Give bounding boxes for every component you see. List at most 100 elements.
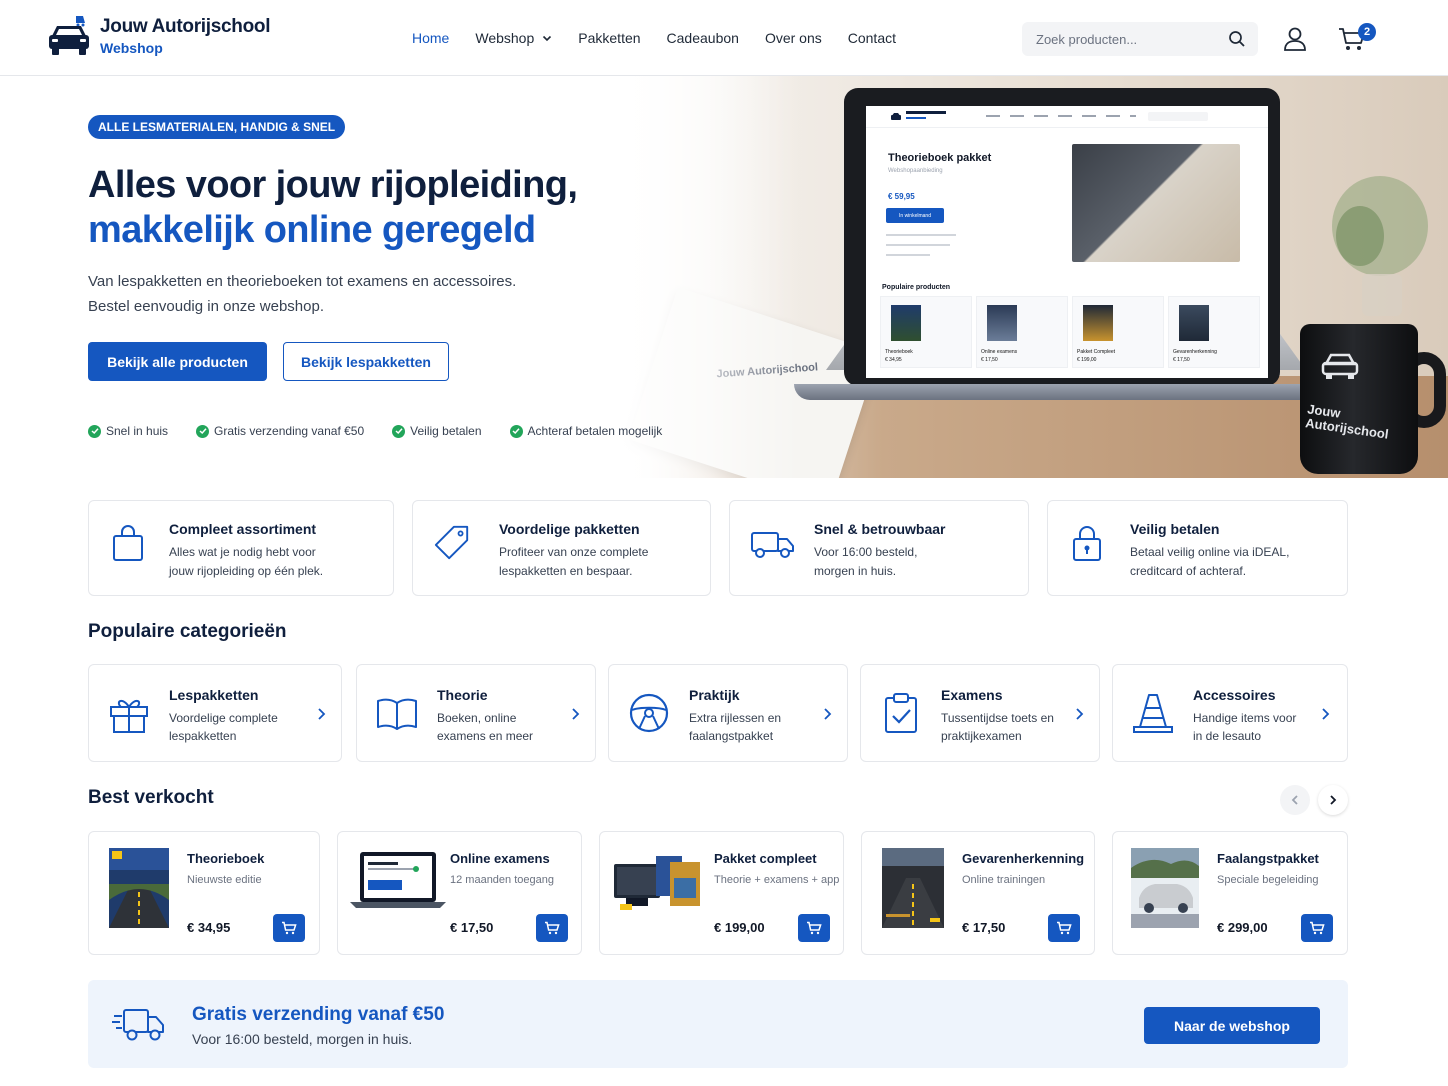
nav-home[interactable]: Home — [412, 30, 449, 46]
laptop-card-price: € 34,95 — [885, 357, 902, 363]
category-card-praktijk[interactable]: Praktijk Extra rijlessen en faalangstpakk… — [608, 664, 848, 762]
category-title: Theorie — [437, 687, 488, 703]
product-card-faalangstpakket[interactable]: Faalangstpakket Speciale begeleiding € 2… — [1112, 831, 1348, 955]
feature-card-assortiment: Compleet assortiment Alles wat je nodig … — [88, 500, 394, 596]
go-to-webshop-button[interactable]: Naar de webshop — [1144, 1007, 1320, 1044]
feature-description: Voor 16:00 besteld, morgen in huis. — [814, 543, 917, 581]
laptop-card-price: € 199,00 — [1077, 357, 1097, 363]
nav-contact[interactable]: Contact — [848, 30, 896, 46]
category-title: Examens — [941, 687, 1003, 703]
laptop-exam-image — [350, 852, 446, 908]
search-input[interactable] — [1036, 31, 1228, 47]
add-to-cart-button[interactable] — [1301, 914, 1333, 942]
category-card-examens[interactable]: Examens Tussentijdse toets en praktijkexa… — [860, 664, 1100, 762]
hero-title-line-1: Alles voor jouw rijopleiding, — [88, 164, 578, 206]
usp-item: Achteraf betalen mogelijk — [509, 424, 663, 438]
search-bar — [1022, 22, 1258, 56]
delivery-truck-icon — [112, 1009, 164, 1041]
mug-car-icon — [1321, 353, 1359, 379]
view-all-products-button[interactable]: Bekijk alle producten — [88, 342, 267, 381]
product-name: Gevarenherkenning — [962, 851, 1085, 866]
free-shipping-banner: Gratis verzending vanaf €50 Voor 16:00 b… — [88, 980, 1348, 1068]
laptop-card-price: € 17,50 — [981, 357, 998, 363]
truck-icon — [751, 532, 794, 558]
category-title: Accessoires — [1193, 687, 1276, 703]
feature-card-betalen: Veilig betalen Betaal veilig online via … — [1047, 500, 1348, 596]
category-desc-line: Handige items voor — [1193, 711, 1297, 725]
usp-item: Veilig betalen — [392, 424, 482, 438]
add-to-cart-button[interactable] — [798, 914, 830, 942]
traffic-cone-icon — [1133, 694, 1173, 733]
category-card-lespakketten[interactable]: Lespakketten Voordelige complete lespakke… — [88, 664, 342, 762]
feature-desc-line: jouw rijopleiding op één plek. — [169, 564, 324, 578]
add-to-cart-button[interactable] — [273, 914, 305, 942]
laptop-product-image — [1072, 144, 1240, 262]
add-to-cart-button[interactable] — [536, 914, 568, 942]
usp-item: Gratis verzending vanaf €50 — [196, 424, 364, 438]
feature-card-pakketten: Voordelige pakketten Profiteer van onze … — [412, 500, 711, 596]
add-to-cart-button[interactable] — [1048, 914, 1080, 942]
nav-cadeaubon[interactable]: Cadeaubon — [667, 30, 739, 46]
chevron-right-icon — [318, 708, 326, 720]
banner-subtitle: Voor 16:00 besteld, morgen in huis. — [192, 1031, 413, 1047]
feature-desc-line: Profiteer van onze complete — [499, 545, 649, 559]
usp-label: Achteraf betalen mogelijk — [527, 424, 663, 438]
category-title: Praktijk — [689, 687, 740, 703]
logo-title: Jouw Autorijschool — [100, 16, 271, 37]
feature-title: Snel & betrouwbaar — [814, 521, 946, 537]
price-tag-icon — [434, 525, 469, 560]
hero-description: Van lespakketten en theorieboeken tot ex… — [88, 269, 588, 319]
category-desc-line: examens en meer — [437, 729, 534, 743]
logo[interactable]: Jouw Autorijschool Webshop — [46, 14, 270, 58]
laptop-cart-button: In winkelmand — [886, 208, 944, 223]
nav-over-ons[interactable]: Over ons — [765, 30, 822, 46]
feature-description: Alles wat je nodig hebt voor jouw rijople… — [169, 543, 323, 581]
gift-icon — [110, 700, 148, 733]
feature-card-snel: Snel & betrouwbaar Voor 16:00 besteld, mo… — [729, 500, 1029, 596]
package-bundle-image — [614, 856, 700, 910]
product-price: € 34,95 — [187, 920, 231, 935]
plant-icon — [1332, 176, 1428, 316]
feature-desc-line: morgen in huis. — [814, 564, 897, 578]
category-card-theorie[interactable]: Theorie Boeken, online examens en meer — [356, 664, 596, 762]
laptop-card: Theorieboek € 34,95 — [880, 296, 972, 368]
hazard-book-image — [882, 848, 944, 928]
cart-icon — [1057, 921, 1072, 935]
feature-desc-line: Voor 16:00 besteld, — [814, 545, 918, 559]
carousel-prev-button[interactable] — [1280, 785, 1310, 815]
product-name: Pakket compleet — [714, 851, 817, 866]
feature-cards: Compleet assortiment Alles wat je nodig … — [88, 500, 1348, 596]
laptop-product-title: Theorieboek pakket — [888, 152, 992, 164]
logo-subtitle: Webshop — [100, 40, 163, 56]
product-card-theorieboek[interactable]: Theorieboek Nieuwste editie € 34,95 — [88, 831, 320, 955]
categories-heading: Populaire categorieën — [88, 621, 287, 642]
laptop-card: Pakket Compleet € 199,00 — [1072, 296, 1164, 368]
check-circle-icon — [392, 424, 406, 438]
nav-pakketten[interactable]: Pakketten — [578, 30, 640, 46]
laptop-base — [794, 384, 1330, 400]
lock-icon — [1073, 526, 1101, 561]
feature-desc-line: creditcard of achteraf. — [1130, 564, 1247, 578]
laptop-card-name: Pakket Compleet — [1077, 349, 1116, 355]
product-card-online-examens[interactable]: Online examens 12 maanden toegang € 17,5… — [337, 831, 582, 955]
laptop-screen-nav — [866, 106, 1268, 128]
view-lesson-packages-button[interactable]: Bekijk lespakketten — [283, 342, 449, 381]
feature-title: Voordelige pakketten — [499, 521, 640, 537]
feature-desc-line: lespakketten en bespaar. — [499, 564, 633, 578]
category-desc-line: Boeken, online — [437, 711, 517, 725]
product-card-gevarenherkenning[interactable]: Gevarenherkenning Online trainingen € 17… — [861, 831, 1095, 955]
cart-count-badge: 2 — [1358, 23, 1376, 41]
feature-description: Profiteer van onze complete lespakketten … — [499, 543, 648, 581]
laptop-screen: Theorieboek pakket Webshopaanbieding € 5… — [866, 106, 1268, 378]
product-subtitle: Speciale begeleiding — [1217, 874, 1319, 886]
carousel-next-button[interactable] — [1318, 785, 1348, 815]
category-card-accessoires[interactable]: Accessoires Handige items voor in de lesa… — [1112, 664, 1348, 762]
nav-webshop[interactable]: Webshop — [475, 30, 552, 46]
user-account-icon[interactable] — [1282, 26, 1308, 52]
product-card-pakket-compleet[interactable]: Pakket compleet Theorie + examens + app … — [599, 831, 844, 955]
category-desc-line: Tussentijdse toets en — [941, 711, 1054, 725]
check-circle-icon — [88, 424, 101, 438]
laptop-card: Online examens € 17,50 — [976, 296, 1068, 368]
search-icon[interactable] — [1228, 30, 1246, 48]
chevron-left-icon — [1291, 795, 1298, 805]
